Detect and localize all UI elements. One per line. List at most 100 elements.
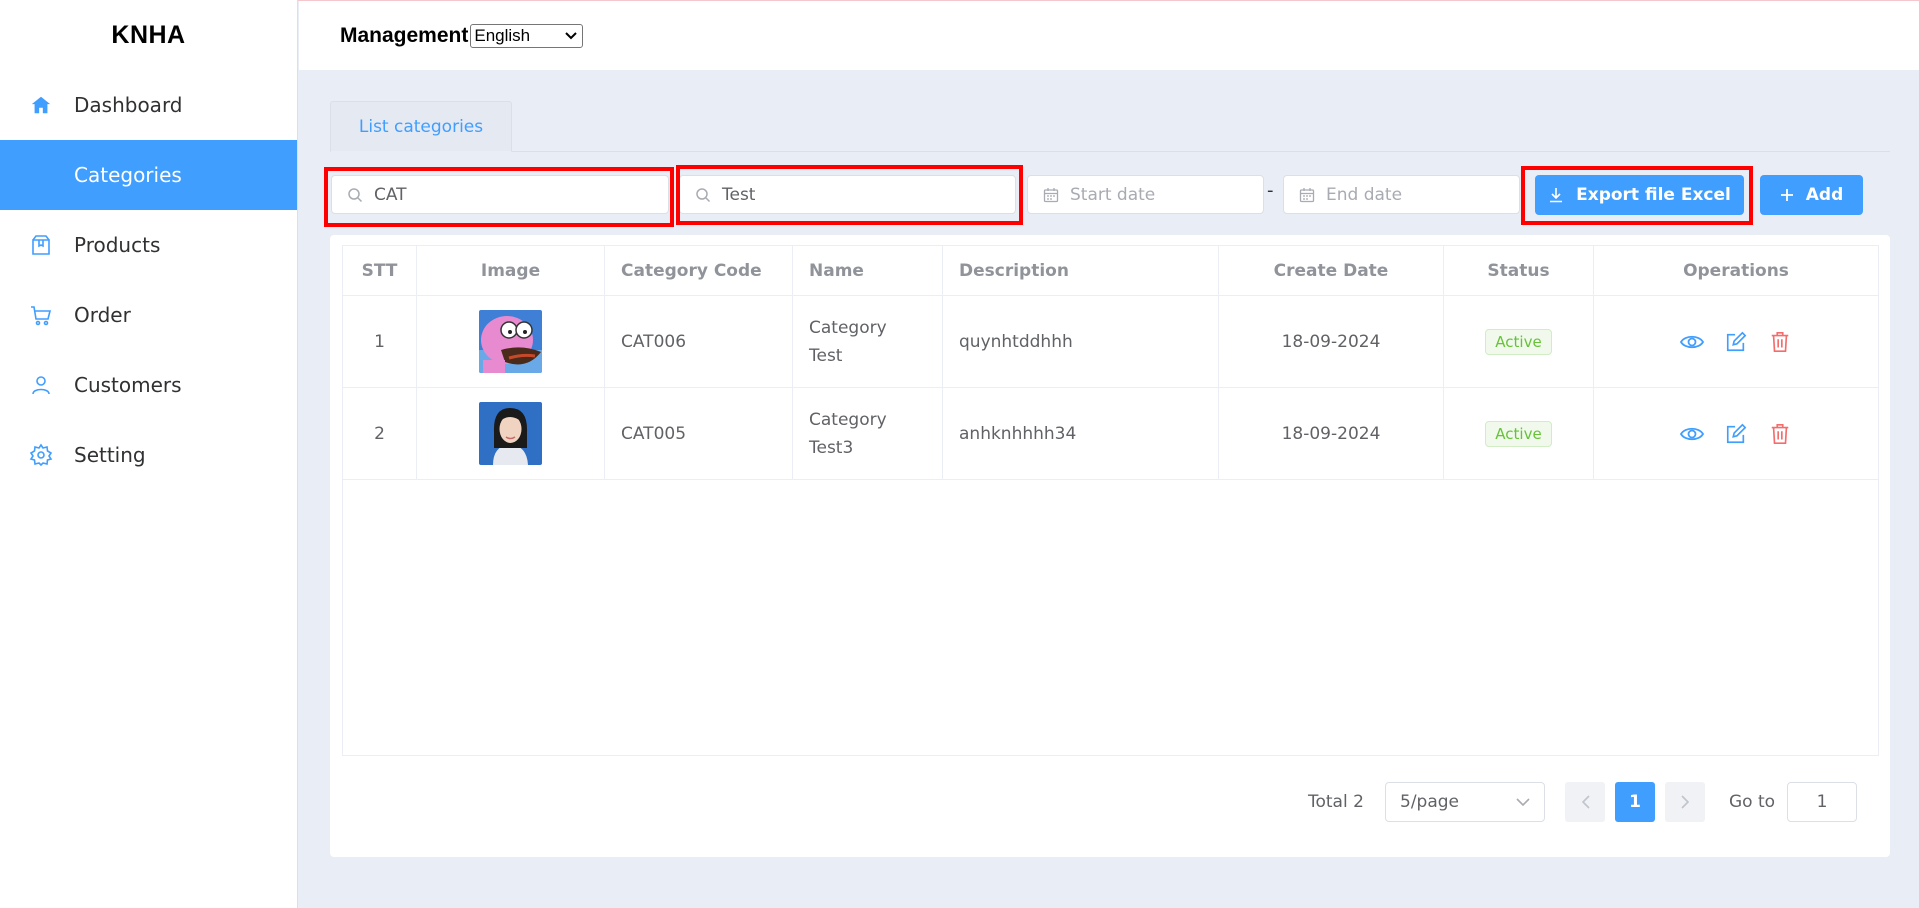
cell-operations — [1594, 388, 1878, 479]
cell-category-code: CAT006 — [605, 296, 793, 387]
gear-icon — [28, 442, 54, 468]
view-icon[interactable] — [1680, 422, 1704, 446]
category-code-search-input[interactable]: CAT — [331, 175, 669, 214]
calendar-icon — [1042, 186, 1060, 204]
home-icon — [28, 92, 54, 118]
cell-status: Active — [1444, 388, 1594, 479]
header-category-code: Category Code — [605, 246, 793, 295]
tab-list-categories[interactable]: List categories — [330, 101, 512, 152]
cart-icon — [28, 302, 54, 328]
cell-operations — [1594, 296, 1878, 387]
table-header-row: STT Image Category Code Name Description… — [343, 246, 1878, 296]
sidebar-item-label: Customers — [74, 373, 182, 397]
sidebar-item-customers[interactable]: Customers — [0, 350, 297, 420]
header-status: Status — [1444, 246, 1594, 295]
cell-category-code: CAT005 — [605, 388, 793, 479]
cell-description: anhknhhhh34 — [943, 388, 1219, 479]
goto-page-input[interactable]: 1 — [1787, 782, 1857, 822]
name-line: Category — [809, 409, 887, 430]
categories-table: STT Image Category Code Name Description… — [342, 245, 1879, 756]
header-stt: STT — [343, 246, 417, 295]
header-description: Description — [943, 246, 1219, 295]
date-separator: - — [1267, 180, 1274, 201]
cell-stt: 2 — [343, 388, 417, 479]
cell-status: Active — [1444, 296, 1594, 387]
name-line: Category — [809, 317, 887, 338]
chevron-right-icon — [1680, 795, 1689, 809]
goto-label: Go to — [1729, 792, 1776, 812]
table-row: 1 CAT006 Category Test quynhtddhhh 18-09… — [343, 296, 1878, 388]
add-label: Add — [1805, 185, 1844, 205]
chevron-left-icon — [1581, 795, 1590, 809]
download-icon — [1548, 187, 1564, 203]
status-badge: Active — [1485, 420, 1552, 447]
category-name-search-input[interactable]: Test — [679, 175, 1016, 214]
plus-icon — [1780, 188, 1794, 202]
cell-name: Category Test3 — [793, 388, 943, 479]
user-icon — [28, 372, 54, 398]
header-image: Image — [417, 246, 605, 295]
pagination-total: Total 2 — [1308, 792, 1364, 812]
prev-page-button[interactable] — [1565, 782, 1605, 822]
sidebar-item-label: Categories — [74, 163, 182, 187]
cell-create-date: 18-09-2024 — [1219, 296, 1444, 387]
sidebar-item-label: Order — [74, 303, 131, 327]
page-title: Management — [340, 23, 469, 47]
sidebar-item-categories[interactable]: Categories — [0, 140, 297, 210]
cell-create-date: 18-09-2024 — [1219, 388, 1444, 479]
start-date-placeholder: Start date — [1070, 184, 1156, 205]
language-select[interactable]: English — [470, 23, 584, 48]
header-create-date: Create Date — [1219, 246, 1444, 295]
cell-name: Category Test — [793, 296, 943, 387]
page-size-select[interactable]: 5/page — [1385, 782, 1545, 822]
chevron-down-icon — [565, 31, 578, 39]
cell-stt: 1 — [343, 296, 417, 387]
status-badge: Active — [1485, 328, 1552, 355]
portrait-thumbnail[interactable] — [479, 402, 542, 465]
cell-description: quynhtddhhh — [943, 296, 1219, 387]
start-date-input[interactable]: Start date — [1027, 175, 1264, 214]
sidebar-item-order[interactable]: Order — [0, 280, 297, 350]
edit-icon[interactable] — [1724, 330, 1748, 354]
delete-icon[interactable] — [1768, 422, 1792, 446]
export-label: Export file Excel — [1576, 185, 1731, 205]
app-logo: KNHA — [111, 20, 186, 49]
end-date-input[interactable]: End date — [1283, 175, 1520, 214]
name-line: Test3 — [809, 437, 854, 458]
view-icon[interactable] — [1680, 330, 1704, 354]
sidebar-item-products[interactable]: Products — [0, 210, 297, 280]
categories-card: STT Image Category Code Name Description… — [330, 235, 1890, 857]
categories-icon — [28, 162, 54, 188]
tabs-bar: List categories — [330, 101, 1890, 152]
table-row: 2 CAT005 Category Test3 anhknhhhh34 18-0… — [343, 388, 1878, 480]
chevron-down-icon — [1516, 797, 1530, 806]
cell-image — [417, 296, 605, 387]
sidebar-item-setting[interactable]: Setting — [0, 420, 297, 490]
edit-icon[interactable] — [1724, 422, 1748, 446]
delete-icon[interactable] — [1768, 330, 1792, 354]
page-size-value: 5/page — [1400, 792, 1460, 812]
export-excel-button[interactable]: Export file Excel — [1535, 175, 1744, 215]
name-line: Test — [809, 345, 843, 366]
language-value: English — [474, 25, 531, 45]
sidebar: KNHA Dashboard Categories Products Order… — [0, 0, 298, 908]
header-operations: Operations — [1683, 260, 1789, 281]
sidebar-item-label: Products — [74, 233, 161, 257]
package-icon — [28, 232, 54, 258]
search-icon — [694, 186, 712, 204]
add-button[interactable]: Add — [1760, 175, 1863, 215]
end-date-placeholder: End date — [1326, 184, 1403, 205]
page-number-current[interactable]: 1 — [1615, 782, 1655, 822]
calendar-icon — [1298, 186, 1316, 204]
search-value: CAT — [374, 184, 407, 205]
next-page-button[interactable] — [1665, 782, 1705, 822]
cartoon-thumbnail[interactable] — [479, 310, 542, 373]
cell-image — [417, 388, 605, 479]
search-value: Test — [722, 184, 756, 205]
sidebar-item-dashboard[interactable]: Dashboard — [0, 70, 297, 140]
top-header: Management English — [299, 1, 1919, 70]
search-icon — [346, 186, 364, 204]
sidebar-item-label: Setting — [74, 443, 146, 467]
sidebar-item-label: Dashboard — [74, 93, 183, 117]
header-name: Name — [793, 246, 943, 295]
